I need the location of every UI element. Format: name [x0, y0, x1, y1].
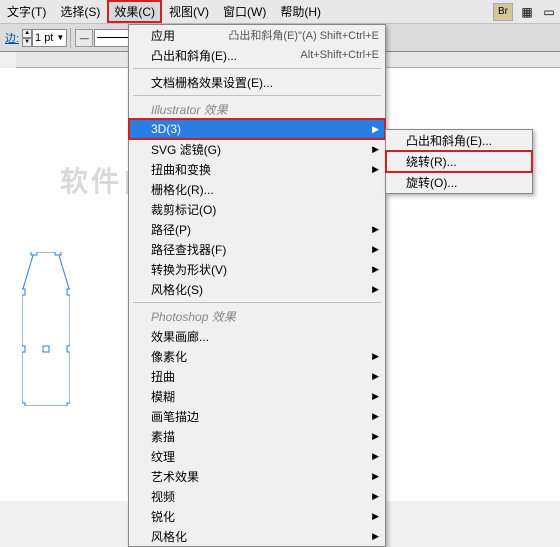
effect-menu-dropdown: 应用凸出和斜角(E)"(A) Shift+Ctrl+E 凸出和斜角(E)...A… [128, 24, 386, 547]
menu-item-ps-8[interactable]: 视频▶ [129, 486, 385, 506]
menu-item-ps-4[interactable]: 画笔描边▶ [129, 406, 385, 426]
menu-item-ps-6[interactable]: 纹理▶ [129, 446, 385, 466]
menu-item-extrude[interactable]: 凸出和斜角(E)...Alt+Shift+Ctrl+E [129, 45, 385, 65]
menu-item-ps-7[interactable]: 艺术效果▶ [129, 466, 385, 486]
menu-bar: 文字(T) 选择(S) 效果(C) 视图(V) 窗口(W) 帮助(H) Br ▦… [0, 0, 560, 24]
menu-item-ai-0[interactable]: 3D(3)▶ [129, 119, 385, 139]
menu-item-ps-9[interactable]: 锐化▶ [129, 506, 385, 526]
menu-item-ai-4[interactable]: 裁剪标记(O) [129, 199, 385, 219]
menu-item-ps-10[interactable]: 风格化▶ [129, 526, 385, 546]
menu-item-ps-2[interactable]: 扭曲▶ [129, 366, 385, 386]
submenu-item-0[interactable]: 凸出和斜角(E)... [386, 130, 532, 151]
menu-window[interactable]: 窗口(W) [216, 0, 273, 23]
menu-item-ps-3[interactable]: 模糊▶ [129, 386, 385, 406]
menu-item-ai-6[interactable]: 路径查找器(F)▶ [129, 239, 385, 259]
tool-icon[interactable]: ▭ [540, 3, 558, 21]
menu-view[interactable]: 视图(V) [162, 0, 216, 23]
menu-header-illustrator: Illustrator 效果 [129, 99, 385, 119]
submenu-item-1[interactable]: 绕转(R)... [386, 151, 532, 172]
submenu-3d: 凸出和斜角(E)...绕转(R)...旋转(O)... [385, 129, 533, 194]
menu-item-ps-0[interactable]: 效果画廊... [129, 326, 385, 346]
stroke-weight-combo[interactable]: 1 pt▼ [32, 29, 67, 47]
menu-effect[interactable]: 效果(C) [107, 0, 162, 23]
menu-text[interactable]: 文字(T) [0, 0, 53, 23]
stepper[interactable]: ▲▼ [22, 29, 32, 47]
grid-icon[interactable]: ▦ [518, 3, 536, 21]
menu-item-ai-1[interactable]: SVG 滤镜(G)▶ [129, 139, 385, 159]
menu-item-ps-5[interactable]: 素描▶ [129, 426, 385, 446]
selected-path[interactable] [22, 252, 70, 406]
dash-btn[interactable]: — [75, 29, 93, 47]
menu-item-ai-2[interactable]: 扭曲和变换▶ [129, 159, 385, 179]
menu-item-ai-5[interactable]: 路径(P)▶ [129, 219, 385, 239]
menu-select[interactable]: 选择(S) [53, 0, 107, 23]
menu-item-apply[interactable]: 应用凸出和斜角(E)"(A) Shift+Ctrl+E [129, 25, 385, 45]
submenu-item-2[interactable]: 旋转(O)... [386, 172, 532, 193]
menu-item-ai-8[interactable]: 风格化(S)▶ [129, 279, 385, 299]
menu-header-photoshop: Photoshop 效果 [129, 306, 385, 326]
menu-item-doc-raster[interactable]: 文档栅格效果设置(E)... [129, 72, 385, 92]
menu-help[interactable]: 帮助(H) [273, 0, 328, 23]
menu-item-ai-3[interactable]: 栅格化(R)... [129, 179, 385, 199]
bridge-icon[interactable]: Br [493, 3, 513, 21]
menu-item-ai-7[interactable]: 转换为形状(V)▶ [129, 259, 385, 279]
stroke-label: 边: [5, 30, 19, 46]
menu-item-ps-1[interactable]: 像素化▶ [129, 346, 385, 366]
